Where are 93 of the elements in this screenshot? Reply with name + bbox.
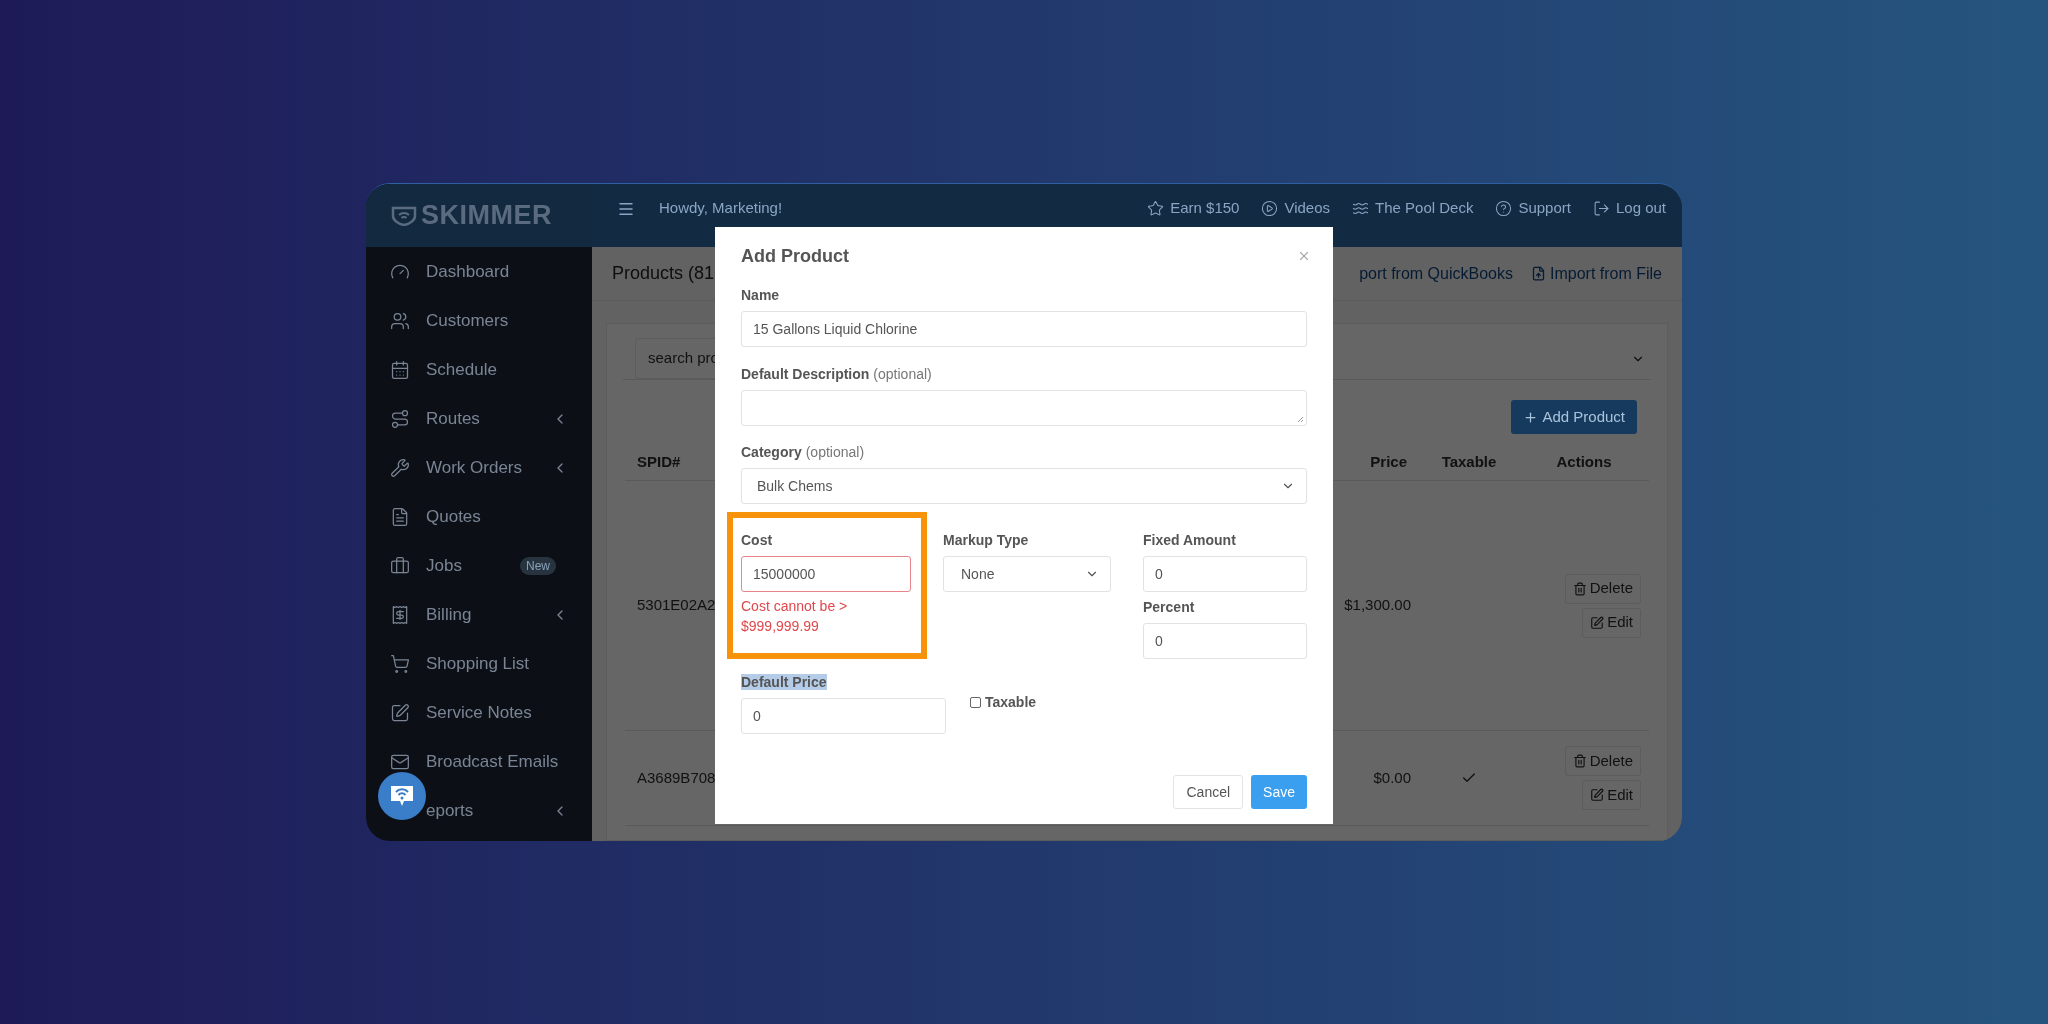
page-title: Products (81 xyxy=(612,262,715,285)
sidebar-item[interactable]: Jobs New xyxy=(366,541,592,590)
sidebar-item[interactable]: Service Notes xyxy=(366,688,592,737)
wrench-icon xyxy=(390,457,410,478)
field-label: Category xyxy=(741,444,802,460)
top-link[interactable]: Videos xyxy=(1261,197,1330,220)
receipt-icon xyxy=(390,604,410,625)
top-link[interactable]: Support xyxy=(1495,197,1571,220)
sidebar-label: Billing xyxy=(426,603,473,626)
greeting: Howdy, Marketing! xyxy=(659,198,783,219)
cart-icon xyxy=(390,653,410,674)
sidebar-item[interactable]: eports xyxy=(366,786,592,835)
optional-hint: (optional) xyxy=(805,444,865,460)
brand-name: SKIMMER xyxy=(421,202,552,229)
percent-input[interactable]: 0 xyxy=(1143,623,1307,659)
column-header: Taxable xyxy=(1441,451,1497,472)
chat-wifi-icon xyxy=(389,784,415,808)
trash-icon xyxy=(1572,754,1587,768)
fixed-amount-input[interactable]: 0 xyxy=(1143,556,1307,592)
cancel-button[interactable]: Cancel xyxy=(1173,775,1244,809)
file-upload-icon xyxy=(1531,266,1546,281)
sidebar-item[interactable]: Customers xyxy=(366,296,592,345)
field-label: Percent xyxy=(1143,599,1195,615)
sidebar-label: Broadcast Emails xyxy=(426,750,560,773)
field-label: Markup Type xyxy=(943,532,1029,548)
sidebar-label: Routes xyxy=(426,407,481,430)
delete-button[interactable]: Delete xyxy=(1564,573,1641,604)
field-label: Fixed Amount xyxy=(1143,532,1236,548)
taxable-checkbox[interactable]: Taxable xyxy=(970,691,1037,713)
sidebar-item[interactable]: Quotes xyxy=(366,492,592,541)
logout-icon xyxy=(1592,200,1610,217)
table-cell-text: $1,300.00 xyxy=(1344,595,1411,616)
column-header: Actions xyxy=(1556,451,1612,472)
markup-type-select[interactable]: None xyxy=(943,556,1111,592)
users-icon xyxy=(390,310,410,331)
sidebar-label: Dashboard xyxy=(426,260,511,283)
top-link[interactable]: Log out xyxy=(1592,197,1666,220)
sidebar-item[interactable]: Routes xyxy=(366,394,592,443)
edit-icon xyxy=(1590,615,1605,630)
delete-button[interactable]: Delete xyxy=(1564,746,1641,776)
sidebar-label: Quotes xyxy=(426,505,482,528)
default-price-input[interactable]: 0 xyxy=(741,698,946,734)
play-icon xyxy=(1261,200,1279,217)
save-button[interactable]: Save xyxy=(1251,775,1307,809)
add-product-button[interactable]: Add Product xyxy=(1511,400,1637,434)
new-badge: New xyxy=(520,556,556,575)
resize-grip-icon xyxy=(1297,416,1304,423)
sidebar-label: eports xyxy=(426,799,475,822)
sidebar-label: Customers xyxy=(426,309,510,332)
sidebar-label: Schedule xyxy=(426,358,498,381)
edit-button[interactable]: Edit xyxy=(1582,607,1641,638)
sidebar-item[interactable]: Shopping List xyxy=(366,639,592,688)
sidebar-item[interactable]: Schedule xyxy=(366,345,592,394)
logo-icon xyxy=(391,205,417,226)
top-link[interactable]: The Pool Deck xyxy=(1352,197,1474,220)
column-header: SPID# xyxy=(637,451,681,472)
star-icon xyxy=(1147,200,1165,217)
edit-icon xyxy=(390,702,410,723)
pool-icon xyxy=(1352,200,1369,217)
sidebar-label: Service Notes xyxy=(426,701,533,724)
optional-hint: (optional) xyxy=(873,366,932,382)
trash-icon xyxy=(1572,581,1587,596)
sidebar-item[interactable]: Dashboard xyxy=(366,247,592,296)
route-icon xyxy=(390,408,410,429)
plus-icon xyxy=(1523,409,1539,425)
edit-button[interactable]: Edit xyxy=(1582,780,1641,810)
field-label: Cost xyxy=(741,532,773,548)
sidebar-item[interactable]: Work Orders xyxy=(366,443,592,492)
dialog-title: Add Product xyxy=(741,244,849,268)
help-icon xyxy=(1495,200,1513,217)
column-header: Price xyxy=(1370,451,1407,472)
edit-icon xyxy=(1590,788,1605,802)
import-link[interactable]: Import from File xyxy=(1531,261,1662,286)
sidebar-item[interactable]: Broadcast Emails xyxy=(366,737,592,786)
sidebar-label: Work Orders xyxy=(426,456,524,479)
import-link[interactable]: port from QuickBooks xyxy=(1359,261,1513,286)
table-cell-text: $0.00 xyxy=(1373,767,1411,788)
sidebar-label: Jobs xyxy=(426,554,463,577)
calendar-icon xyxy=(390,359,410,380)
table-cell-text: A3689B708 xyxy=(637,767,716,788)
field-label: Default Description xyxy=(741,366,870,382)
sidebar-item[interactable]: Billing xyxy=(366,590,592,639)
field-label: Name xyxy=(741,287,780,303)
sidebar-label: Shopping List xyxy=(426,652,531,675)
table-cell-text: 5301E02A2 xyxy=(637,595,716,616)
cost-input[interactable]: 15000000 xyxy=(741,556,911,592)
top-link[interactable]: Earn $150 xyxy=(1147,197,1240,220)
error-message: Cost cannot be > $999,999.99 xyxy=(741,597,849,636)
field-label: Default Price xyxy=(741,674,827,690)
briefcase-icon xyxy=(390,555,410,576)
name-input[interactable]: 15 Gallons Liquid Chlorine xyxy=(741,311,1307,347)
category-select[interactable]: Bulk Chems xyxy=(741,468,1307,504)
document-icon xyxy=(390,506,410,527)
